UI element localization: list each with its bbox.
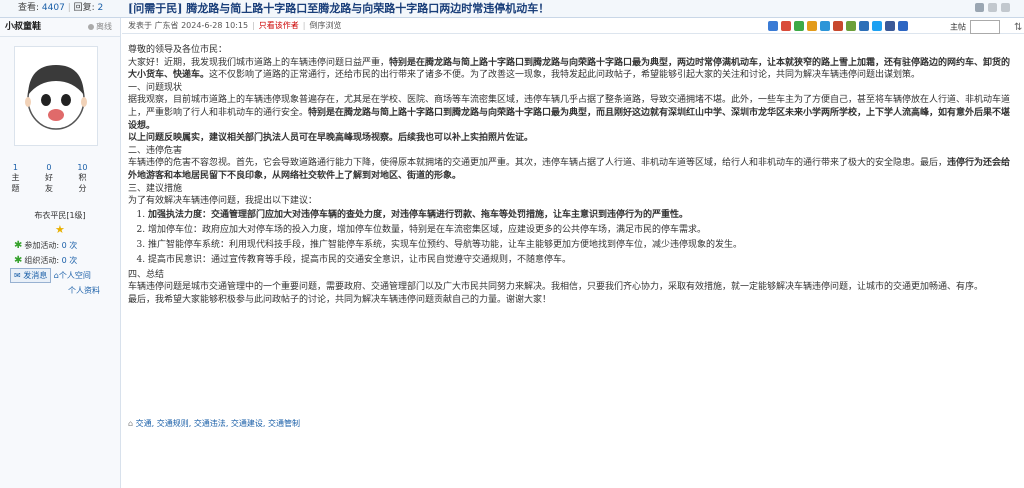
friends-count: 0: [46, 163, 52, 172]
heading-status: 一、问题现状: [128, 82, 183, 93]
page-title: [问需于民] 腾龙路与简上路十字路口至腾龙路与向荣路十字路口两边时常违停机动车！: [128, 1, 549, 16]
share-weibo-icon[interactable]: [781, 21, 791, 31]
share-twitter-icon[interactable]: [872, 21, 882, 31]
activity-organize-value: 0 次: [61, 256, 78, 265]
suggest-bold: 以上问题反映属实，建议相关部门执法人员可在早晚高峰现场视察。后续我也可以补上实拍…: [128, 133, 534, 144]
share-douban-icon[interactable]: [846, 21, 856, 31]
thread-stats: 查看: 4407 | 回复: 2: [18, 3, 104, 13]
stat-points[interactable]: 10 积分: [77, 163, 110, 194]
paragraph-status: 据我观察，目前城市道路上的车辆违停现象普遍存在，尤其是在学校、医院、商场等车流密…: [128, 94, 1016, 132]
offline-status: 离线: [88, 18, 112, 36]
topics-count: 1: [12, 163, 18, 172]
replies-label: 回复:: [73, 3, 95, 13]
views-label: 查看:: [18, 3, 40, 13]
share-wechat-icon[interactable]: [794, 21, 804, 31]
tag-link[interactable]: 交通: [136, 419, 152, 428]
title-tag[interactable]: [问需于民]: [128, 2, 182, 15]
avatar[interactable]: [14, 46, 98, 146]
list-item: 提高市民意识：通过宣传教育等手段，提高市民的交通安全意识，让市民自觉遵守交通规则…: [148, 253, 1016, 268]
harm-part1: 车辆违停的危害不容忽视。首先，它会导致道路通行能力下降，使得原本就拥堵的交通更加…: [128, 158, 948, 169]
next-icon[interactable]: [1001, 3, 1010, 12]
activity-icon: ✱: [14, 240, 23, 251]
intro-part2: 这不仅影响了道路的正常通行，还给市民的出行带来了诸多不便。为了改善这一现象，我特…: [209, 70, 921, 81]
heading-harm: 二、违停危害: [128, 145, 183, 156]
send-message-button[interactable]: ✉ 发消息: [10, 268, 52, 283]
measure-1: 加强执法力度：交通管理部门应加大对违停车辆的查处力度，对违停车辆进行罚款、拖车等…: [148, 209, 689, 220]
tag-link[interactable]: 交通违法: [194, 419, 226, 428]
activity-organize-label: 组织活动:: [24, 256, 60, 265]
tag-icon: ⌂: [128, 419, 134, 428]
paragraph-intro: 大家好！近期，我发现我们城市道路上的车辆违停问题日益严重，特别是在腾龙路与简上路…: [128, 57, 1016, 82]
user-actions: ✉ 发消息 ⌂个人空间 个人资料: [10, 268, 100, 296]
profile-label: 个人资料: [68, 286, 100, 295]
paragraph-summary: 车辆违停问题是城市交通管理中的一个重要问题，需要政府、交通管理部门以及广大市民共…: [128, 282, 984, 293]
avatar-image: [15, 47, 97, 145]
jump-input[interactable]: [970, 20, 1000, 34]
prev-icon[interactable]: [988, 3, 997, 12]
share-more-icon[interactable]: [898, 21, 908, 31]
intro-part1: 大家好！近期，我发现我们城市道路上的车辆违停问题日益严重，: [128, 57, 390, 68]
points-label: 积分: [78, 173, 87, 193]
list-item: 增加停车位：政府应加大对停车场的投入力度，增加停车位数量，特别是在车流密集区域，…: [148, 223, 1016, 238]
send-message-label: 发消息: [23, 271, 48, 280]
list-item: 加强执法力度：交通管理部门应加大对违停车辆的查处力度，对违停车辆进行罚款、拖车等…: [148, 208, 1016, 223]
star-icon: ★: [55, 223, 65, 236]
personal-space-link[interactable]: ⌂个人空间: [54, 271, 91, 280]
paragraph-harm: 车辆违停的危害不容忽视。首先，它会导致道路通行能力下降，使得原本就拥堵的交通更加…: [128, 157, 1016, 182]
jump-box: 主帖: [950, 20, 1000, 34]
user-stats: 1 主题 0 好友 10 积分: [10, 163, 110, 194]
title-text: 腾龙路与简上路十字路口至腾龙路与向荣路十字路口两边时常违停机动车！: [186, 2, 550, 15]
print-icon[interactable]: [975, 3, 984, 12]
greeting: 尊敬的领导及各位市民：: [128, 45, 228, 55]
user-sidebar: 小叔童鞋 离线 1 主题 0 好友 10 积分 布衣平民[1级] ★ ✱ 参加活动: 0…: [0, 18, 121, 488]
points-count: 10: [77, 163, 88, 172]
tag-link[interactable]: 交通建设: [231, 419, 263, 428]
activity-join-label: 参加活动:: [24, 241, 60, 250]
scroll-icon[interactable]: ⇅: [1014, 22, 1022, 33]
post-content: 尊敬的领导及各位市民： 大家好！近期，我发现我们城市道路上的车辆违停问题日益严重…: [128, 44, 1016, 306]
activity-join: ✱ 参加活动: 0 次: [14, 240, 77, 251]
mail-icon: ✉: [14, 271, 21, 280]
activity-icon: ✱: [14, 255, 23, 266]
share-icons: [768, 21, 908, 31]
top-bar: 查看: 4407 | 回复: 2 [问需于民] 腾龙路与简上路十字路口至腾龙路与…: [0, 0, 1024, 18]
share-add-icon[interactable]: [768, 21, 778, 31]
stat-topics[interactable]: 1 主题: [10, 163, 43, 194]
activity-join-value: 0 次: [61, 241, 78, 250]
jump-label: 主帖: [950, 22, 966, 32]
views-count: 4407: [41, 3, 65, 13]
heading-measures: 三、建议措施: [128, 183, 183, 194]
list-item: 推广智能停车系统：利用现代科技手段，推广智能停车系统，实现车位预约、导航等功能，…: [148, 238, 1016, 253]
user-name[interactable]: 小叔童鞋: [5, 22, 41, 32]
posted-info: 发表于 广东省 2024-6-28 10:15: [128, 21, 249, 30]
user-name-row: 小叔童鞋 离线: [0, 18, 120, 37]
top-icons: [975, 3, 1010, 12]
share-facebook-icon[interactable]: [885, 21, 895, 31]
measures-list: 加强执法力度：交通管理部门应加大对违停车辆的查处力度，对违停车辆进行罚款、拖车等…: [128, 208, 1016, 269]
share-kaixin-icon[interactable]: [859, 21, 869, 31]
author-only-link[interactable]: 只看该作者: [259, 21, 299, 30]
user-rank: 布衣平民[1级]: [34, 211, 86, 220]
paragraph-suggest: 以上问题反映属实，建议相关部门执法人员可在早晚高峰现场视察。后续我也可以补上实拍…: [128, 132, 1016, 145]
measures-intro: 为了有效解决车辆违停问题，我提出以下建议：: [128, 196, 318, 207]
tag-link[interactable]: 交通管制: [268, 419, 300, 428]
post-tags: ⌂ 交通, 交通规则, 交通违法, 交通建设, 交通管制: [128, 419, 300, 428]
topics-label: 主题: [11, 173, 20, 193]
personal-space-label: 个人空间: [58, 271, 91, 280]
paragraph-closing: 最后，我希望大家能够积极参与此问政帖子的讨论，共同为解决车辆违停问题贡献自己的力…: [128, 294, 552, 305]
replies-count: 2: [97, 3, 104, 13]
stat-friends[interactable]: 0 好友: [44, 163, 77, 194]
activity-organize: ✱ 组织活动: 0 次: [14, 255, 77, 266]
heading-summary: 四、总结: [128, 269, 165, 280]
share-qq-icon[interactable]: [820, 21, 830, 31]
profile-link[interactable]: 个人资料: [68, 285, 100, 296]
reverse-order-link[interactable]: 倒序浏览: [310, 21, 342, 30]
tag-link[interactable]: 交通规则: [157, 419, 189, 428]
share-renren-icon[interactable]: [833, 21, 843, 31]
friends-label: 好友: [44, 173, 53, 193]
share-qzone-icon[interactable]: [807, 21, 817, 31]
